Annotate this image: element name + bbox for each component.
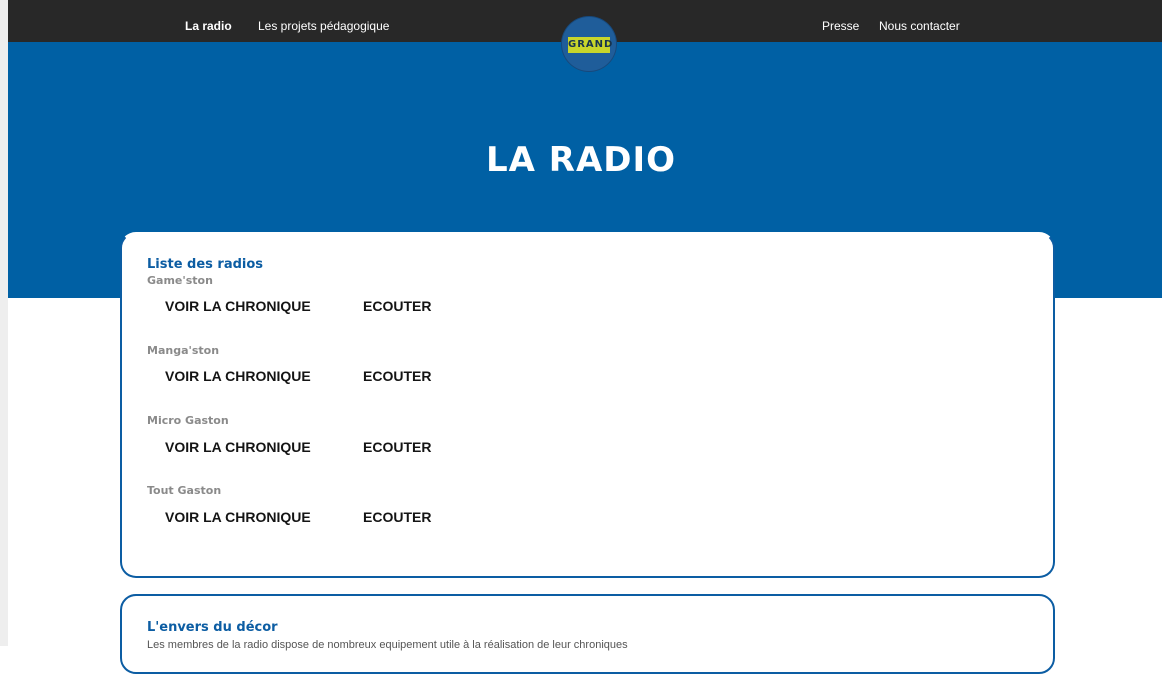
radios-list-card: Liste des radios Game'ston VOIR LA CHRON…	[120, 232, 1055, 578]
radio-name-gameston: Game'ston	[147, 274, 213, 287]
listen-button[interactable]: ECOUTER	[363, 439, 431, 455]
nav-link-la-radio[interactable]: La radio	[185, 19, 232, 33]
listen-button[interactable]: ECOUTER	[363, 298, 431, 314]
listen-button[interactable]: ECOUTER	[363, 368, 431, 384]
nav-link-presse[interactable]: Presse	[822, 19, 859, 33]
page-title: LA RADIO	[485, 139, 677, 180]
view-chronicle-button[interactable]: VOIR LA CHRONIQUE	[165, 509, 311, 525]
behind-the-scenes-card: L'envers du décor Les membres de la radi…	[120, 594, 1055, 674]
radios-list-heading: Liste des radios	[147, 257, 264, 272]
listen-button[interactable]: ECOUTER	[363, 509, 431, 525]
site-logo[interactable]: GRAND	[562, 17, 616, 71]
logo-mark: GRAND	[568, 37, 612, 53]
behind-the-scenes-text: Les membres de la radio dispose de nombr…	[147, 639, 628, 651]
nav-link-nous-contacter[interactable]: Nous contacter	[879, 19, 960, 33]
view-chronicle-button[interactable]: VOIR LA CHRONIQUE	[165, 298, 311, 314]
window-edge	[0, 0, 8, 646]
radio-name-micro-gaston: Micro Gaston	[147, 414, 229, 427]
behind-the-scenes-heading: L'envers du décor	[147, 620, 278, 635]
nav-link-projets-pedagogique[interactable]: Les projets pédagogique	[258, 19, 389, 33]
radio-name-mangaston: Manga'ston	[147, 344, 220, 357]
view-chronicle-button[interactable]: VOIR LA CHRONIQUE	[165, 368, 311, 384]
radio-name-tout-gaston: Tout Gaston	[147, 484, 222, 497]
view-chronicle-button[interactable]: VOIR LA CHRONIQUE	[165, 439, 311, 455]
